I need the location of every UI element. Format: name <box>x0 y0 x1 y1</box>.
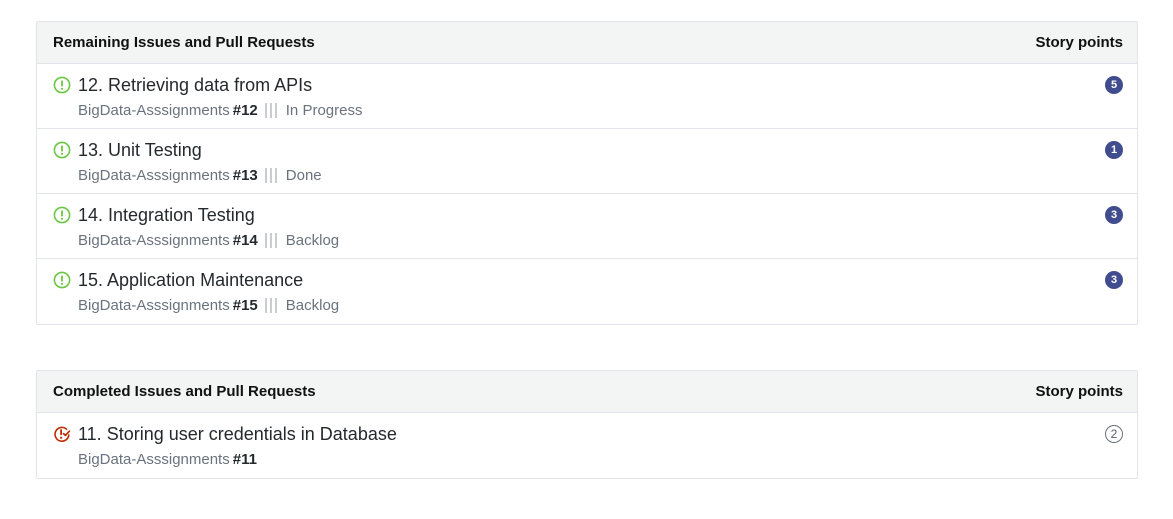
issue-opened-icon <box>53 271 71 289</box>
story-points-badge: 3 <box>1105 206 1123 224</box>
issue-status: Backlog <box>285 297 340 314</box>
completed-panel-header: Completed Issues and Pull Requests Story… <box>37 371 1137 413</box>
issue-meta: BigData-Asssignments #15 Backlog <box>78 297 339 314</box>
issue-meta: BigData-Asssignments #12 In Progress <box>78 102 362 119</box>
issue-row[interactable]: 11. Storing user credentials in Database… <box>37 413 1137 478</box>
issue-row[interactable]: 12. Retrieving data from APIs BigData-As… <box>37 64 1137 129</box>
story-points-badge: 1 <box>1105 141 1123 159</box>
repo-name[interactable]: BigData-Asssignments <box>78 297 230 314</box>
issue-title-link[interactable]: 12. Retrieving data from APIs <box>78 75 312 96</box>
issue-opened-icon <box>53 76 71 94</box>
repo-name[interactable]: BigData-Asssignments <box>78 102 230 119</box>
issue-status: Backlog <box>285 232 340 249</box>
issue-number[interactable]: #15 <box>233 297 258 314</box>
issue-title-link[interactable]: 11. Storing user credentials in Database <box>78 424 397 445</box>
completed-issues-panel: Completed Issues and Pull Requests Story… <box>36 370 1138 479</box>
story-points-badge: 2 <box>1105 425 1123 443</box>
issue-number[interactable]: #14 <box>233 232 258 249</box>
story-points-header: Story points <box>1035 383 1123 400</box>
issue-number[interactable]: #11 <box>233 451 257 468</box>
column-icon <box>264 168 278 183</box>
repo-name[interactable]: BigData-Asssignments <box>78 232 230 249</box>
issue-number[interactable]: #12 <box>233 102 258 119</box>
remaining-panel-header: Remaining Issues and Pull Requests Story… <box>37 22 1137 64</box>
issue-title-link[interactable]: 15. Application Maintenance <box>78 270 303 291</box>
issue-meta: BigData-Asssignments #13 Done <box>78 167 322 184</box>
issue-status: In Progress <box>285 102 363 119</box>
issue-meta: BigData-Asssignments #11 <box>78 451 257 468</box>
story-points-badge: 3 <box>1105 271 1123 289</box>
repo-name[interactable]: BigData-Asssignments <box>78 451 230 468</box>
issue-meta: BigData-Asssignments #14 Backlog <box>78 232 339 249</box>
column-icon <box>264 298 278 313</box>
issue-opened-icon <box>53 206 71 224</box>
issue-title-link[interactable]: 14. Integration Testing <box>78 205 255 226</box>
completed-panel-title: Completed Issues and Pull Requests <box>53 383 316 400</box>
remaining-issues-panel: Remaining Issues and Pull Requests Story… <box>36 21 1138 325</box>
story-points-badge: 5 <box>1105 76 1123 94</box>
issue-status: Done <box>285 167 322 184</box>
issue-title-link[interactable]: 13. Unit Testing <box>78 140 202 161</box>
remaining-panel-title: Remaining Issues and Pull Requests <box>53 34 315 51</box>
issue-opened-icon <box>53 141 71 159</box>
column-icon <box>264 233 278 248</box>
issue-number[interactable]: #13 <box>233 167 258 184</box>
issue-row[interactable]: 14. Integration Testing BigData-Asssignm… <box>37 194 1137 259</box>
column-icon <box>264 103 278 118</box>
story-points-header: Story points <box>1035 34 1123 51</box>
issue-row[interactable]: 13. Unit Testing BigData-Asssignments #1… <box>37 129 1137 194</box>
issue-closed-icon <box>54 426 71 442</box>
issue-row[interactable]: 15. Application Maintenance BigData-Asss… <box>37 259 1137 324</box>
repo-name[interactable]: BigData-Asssignments <box>78 167 230 184</box>
